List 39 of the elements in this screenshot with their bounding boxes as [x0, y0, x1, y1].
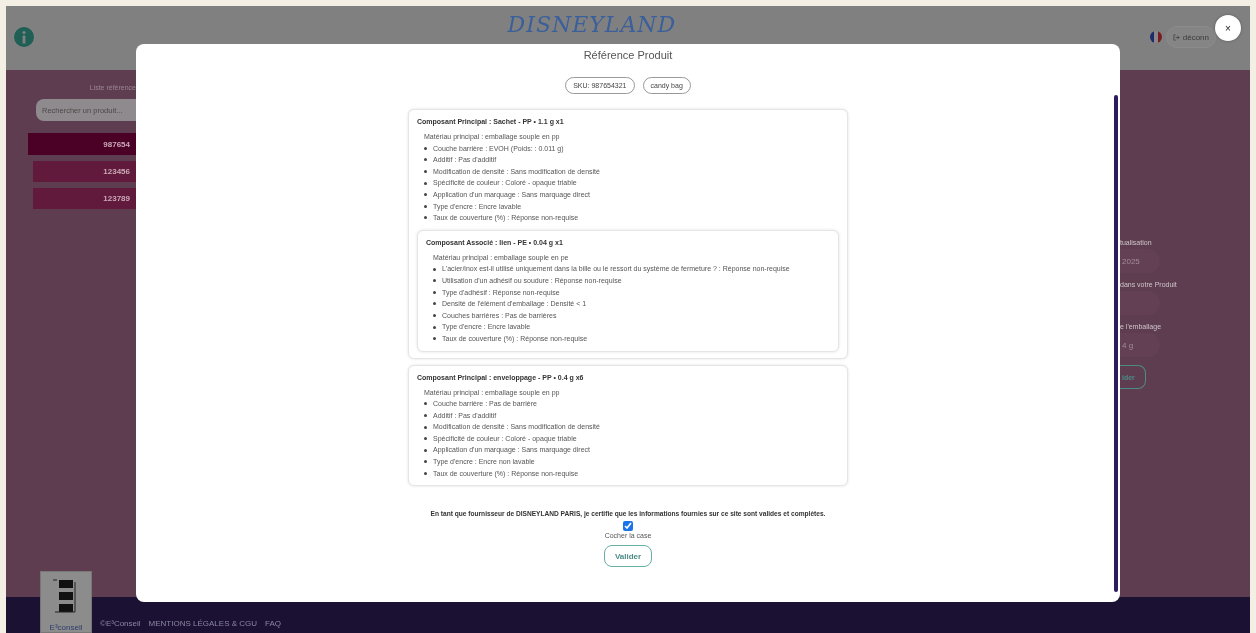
bullet-icon	[424, 146, 427, 150]
product-item[interactable]: 123789	[33, 188, 136, 209]
bullet-icon	[424, 448, 427, 452]
bullet-icon	[433, 302, 436, 306]
bullet-icon	[424, 437, 427, 441]
dialog-title: Référence Produit	[583, 49, 673, 61]
copyright-text: ©E³Conseil	[100, 619, 141, 630]
logout-icon	[1172, 33, 1180, 41]
bullet-icon	[433, 325, 436, 329]
value-field[interactable]: 2025	[1120, 249, 1160, 273]
bullet-icon	[424, 414, 427, 417]
submit-button[interactable]: Valider	[604, 545, 652, 568]
bullet-icon	[433, 314, 436, 317]
certify-checkbox[interactable]	[623, 521, 633, 532]
footer-link[interactable]: MENTIONS LÉGALES & CGU	[148, 619, 258, 633]
info-icon[interactable]	[14, 27, 34, 47]
product-item[interactable]: 123456	[33, 161, 136, 182]
bullet-icon	[424, 170, 427, 174]
bullet-icon	[424, 158, 427, 162]
bullet-icon	[433, 290, 436, 294]
bullet-icon	[433, 267, 436, 271]
logout-button[interactable]: déconn	[1165, 26, 1216, 48]
flag-icon[interactable]	[1149, 31, 1162, 43]
value-field[interactable]	[1120, 291, 1160, 315]
company-logo: E³conseil	[40, 571, 92, 633]
bullet-icon	[424, 216, 427, 220]
bullet-icon	[424, 181, 427, 185]
bullet-icon	[424, 204, 427, 208]
scrollbar[interactable]	[1114, 95, 1118, 592]
bullet-icon	[424, 425, 427, 429]
bullet-icon	[424, 460, 427, 464]
product-item[interactable]: 987654	[28, 133, 136, 155]
brand-logo: DISNEYLAND	[507, 11, 677, 38]
bullet-icon	[433, 279, 436, 283]
footer-link[interactable]: FAQ	[265, 619, 282, 633]
bullet-icon	[424, 193, 427, 197]
bullet-icon	[433, 337, 436, 341]
bullet-icon	[424, 471, 427, 475]
bullet-icon	[424, 402, 427, 406]
